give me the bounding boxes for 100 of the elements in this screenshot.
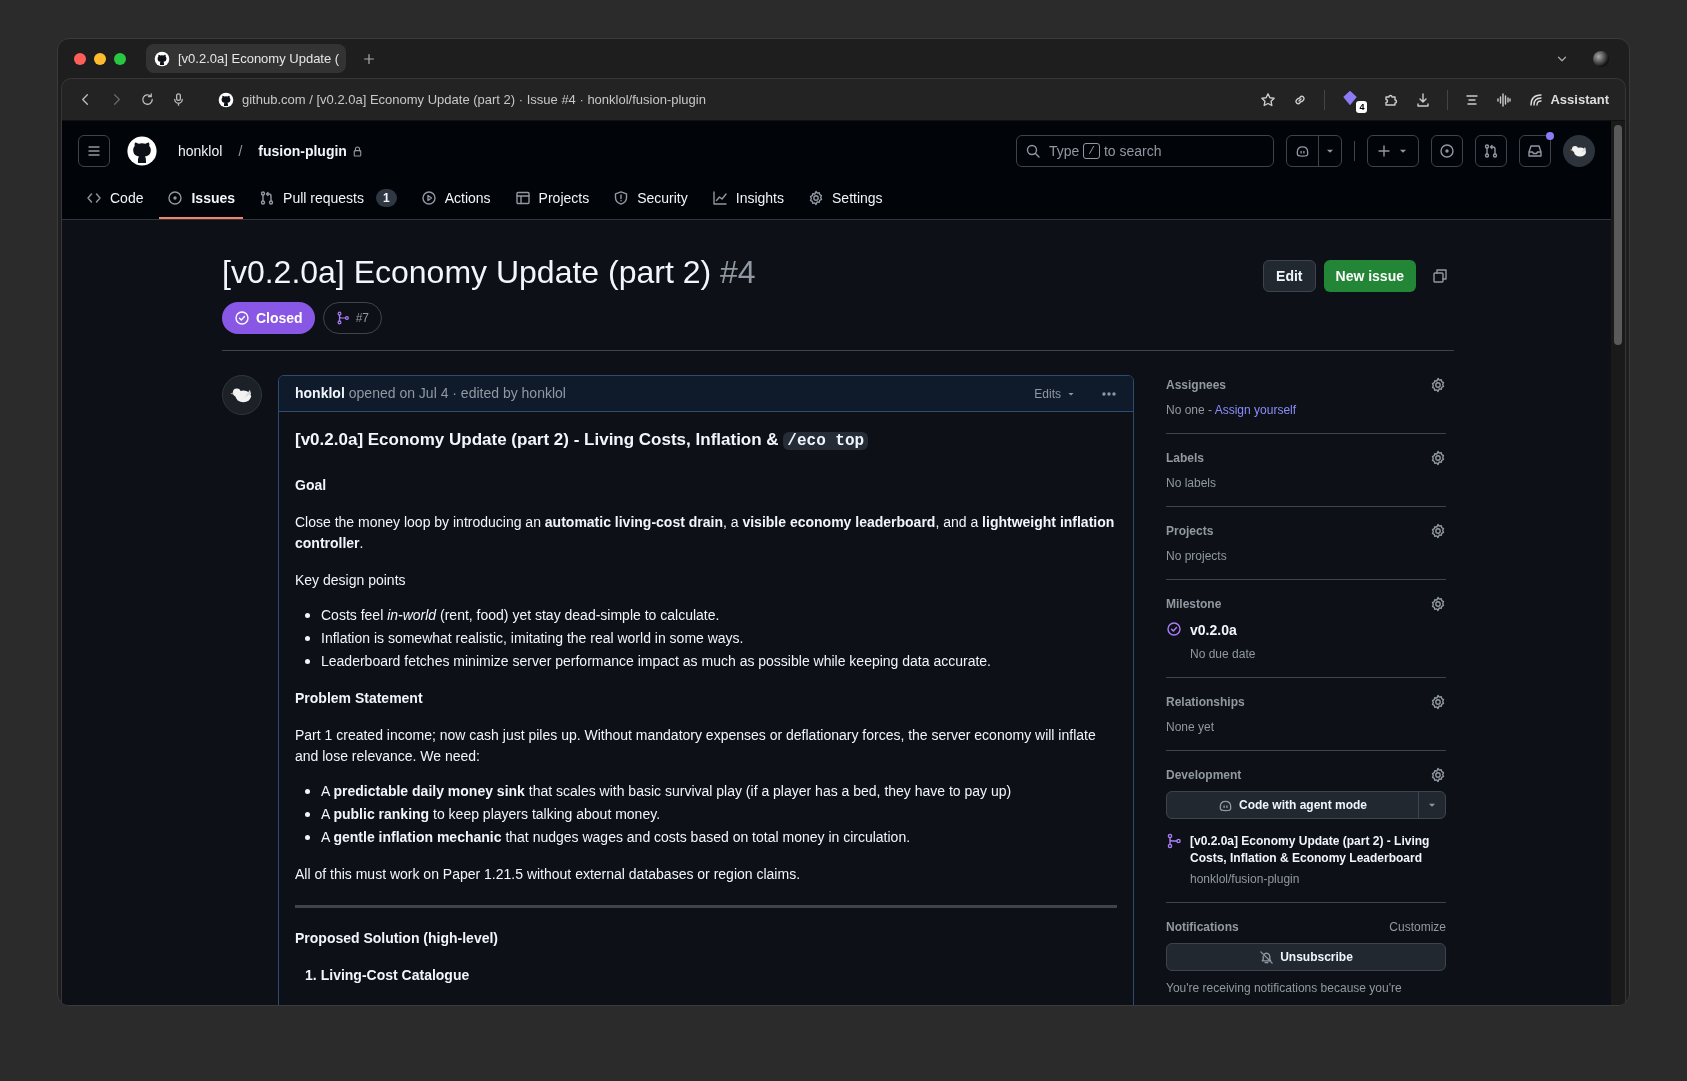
branch-icon	[335, 311, 350, 325]
bell-slash-icon	[1259, 949, 1275, 965]
copy-icon[interactable]	[1432, 268, 1448, 284]
shield-icon	[613, 190, 630, 206]
search-icon	[1025, 143, 1041, 159]
breadcrumb-separator: /	[238, 141, 243, 161]
unsubscribe-button[interactable]: Unsubscribe	[1166, 943, 1446, 971]
list-number: 1.	[305, 966, 317, 985]
play-icon	[420, 190, 437, 206]
microphone-icon[interactable]	[171, 92, 186, 107]
bullet-icon	[305, 636, 310, 641]
sidebar-value: None yet	[1166, 719, 1216, 736]
bullet-icon	[305, 789, 310, 794]
gear-icon[interactable]	[1430, 523, 1446, 539]
repo-link[interactable]: fusion-plugin	[258, 140, 347, 162]
repo-tab[interactable]: Pull requests 1	[251, 179, 405, 219]
list-item: A gentle inflation mechanic that nudges wages and costs based on total money in circulation.	[321, 828, 911, 847]
scrollbar-thumb[interactable]	[1614, 125, 1622, 345]
agent-mode-button[interactable]: Code with agent mode	[1166, 791, 1446, 819]
repo-tab[interactable]: Insights	[703, 179, 792, 219]
section-heading: Problem Statement	[295, 689, 424, 708]
download-icon[interactable]	[1415, 91, 1432, 108]
assistant-button[interactable]: Assistant	[1528, 89, 1609, 110]
status-badge: Closed	[222, 302, 315, 334]
menu-button[interactable]	[78, 135, 110, 167]
github-logo-icon	[154, 50, 170, 67]
edit-button[interactable]: Edit	[1263, 260, 1316, 292]
extension-button[interactable]: 4	[1341, 86, 1368, 113]
branch-icon	[1166, 833, 1182, 849]
issues-button[interactable]	[1431, 135, 1463, 167]
browser-tab[interactable]: [v0.2.0a] Economy Update (	[146, 44, 346, 73]
sidebar-heading: Assignees	[1166, 377, 1227, 394]
paragraph: Close the money loop by introducing an automatic living-cost drain, a visible economy leaderboard, and a lightweight inflation controller.	[295, 513, 1116, 553]
address-field[interactable]: github.com / [v0.2.0a] Economy Update (part 2) · Issue #4 · honklol/fusion-plugin	[218, 89, 1245, 110]
bird-icon	[230, 388, 252, 403]
code-icon	[86, 190, 102, 206]
sidebar-heading: Relationships	[1166, 694, 1245, 711]
search-field[interactable]: Type / to search	[1016, 135, 1274, 167]
table-icon	[514, 190, 531, 206]
sidebar-heading: Notifications	[1166, 919, 1239, 936]
waveform-icon[interactable]	[1496, 91, 1513, 108]
repo-tab[interactable]: Projects	[506, 179, 598, 219]
bullet-icon	[305, 835, 310, 840]
gear-icon[interactable]	[1430, 694, 1446, 710]
counter-badge: 1	[376, 189, 397, 207]
copilot-button[interactable]	[1286, 135, 1342, 167]
bullet-icon	[305, 659, 310, 664]
issue-icon	[167, 190, 184, 206]
repo-tab[interactable]: Actions	[412, 179, 499, 219]
star-icon[interactable]	[1260, 91, 1277, 108]
github-logo-icon[interactable]	[126, 135, 158, 167]
sidebar-value: No labels	[1166, 475, 1218, 492]
pull-request-icon	[1483, 143, 1499, 159]
author-link[interactable]: honklol	[295, 383, 345, 404]
gear-icon[interactable]	[1430, 767, 1446, 783]
create-button[interactable]	[1367, 135, 1419, 167]
customize-link[interactable]: Customize	[1389, 918, 1446, 936]
section-heading: Goal	[295, 476, 328, 495]
edits-dropdown[interactable]: Edits	[1034, 384, 1077, 403]
inbox-button[interactable]	[1519, 135, 1551, 167]
list-item: Inflation is somewhat realistic, imitating the real world in some ways.	[321, 629, 744, 648]
new-issue-button[interactable]: New issue	[1323, 260, 1416, 292]
list-item: Costs feel in-world (rent, food) yet stay dead-simple to calculate.	[321, 606, 720, 625]
issue-icon	[1439, 143, 1455, 159]
bullet-icon	[305, 812, 310, 817]
list-item: Living-Cost Catalogue	[320, 966, 470, 985]
linked-branch-link[interactable]: [v0.2.0a] Economy Update (part 2) - Living Costs, Inflation & Economy Leaderboard	[1190, 833, 1446, 867]
gear-icon	[808, 190, 824, 206]
new-tab-icon[interactable]	[362, 51, 376, 66]
milestone-due-date: No due date	[1190, 646, 1256, 663]
paragraph: All of this must work on Paper 1.21.5 without external databases or region claims.	[295, 865, 802, 884]
gear-icon[interactable]	[1430, 450, 1446, 466]
owner-link[interactable]: honklol	[178, 140, 223, 162]
avatar-button[interactable]	[1563, 135, 1595, 167]
list-item: A public ranking to keep players talking about money.	[321, 805, 661, 824]
gear-icon[interactable]	[1430, 377, 1446, 393]
sidebar-heading: Development	[1166, 767, 1242, 784]
keyboard-shortcut-key: /	[1083, 143, 1100, 159]
copilot-icon	[1295, 143, 1310, 159]
profile-orb-icon[interactable]	[1593, 50, 1609, 67]
issue-title: [v0.2.0a] Economy Update (part 2) #4	[222, 253, 757, 292]
milestone-link[interactable]: v0.2.0a	[1190, 620, 1256, 641]
paragraph: Key design points	[295, 571, 407, 590]
comment-title: [v0.2.0a] Economy Update (part 2) - Living Costs, Inflation & /eco top	[295, 428, 1117, 453]
sidebar-value: No one - Assign yourself	[1166, 402, 1298, 419]
assign-yourself-link[interactable]: Assign yourself	[1214, 403, 1297, 417]
sidebar-heading: Projects	[1166, 523, 1214, 540]
repo-tab[interactable]: Issues	[159, 179, 244, 219]
paragraph: Part 1 created income; now cash just piles up. Without mandatory expenses or deflationary forces, the server economy will inflate and lose relevance. We need:	[295, 726, 1097, 766]
gear-icon[interactable]	[1430, 596, 1446, 612]
rainbow-icon	[1528, 91, 1545, 108]
check-circle-icon	[234, 310, 250, 326]
pull-requests-button[interactable]	[1475, 135, 1507, 167]
repo-tab[interactable]: Code	[78, 179, 152, 219]
sidebar-heading: Labels	[1166, 450, 1204, 467]
repo-tab[interactable]: Settings	[800, 179, 891, 219]
inbox-icon	[1527, 143, 1543, 159]
list-item: A predictable daily money sink that scales with basic survival play (if a player has a bed, they have to pay up)	[321, 782, 1012, 801]
reload-icon[interactable]	[140, 92, 155, 107]
repo-tab[interactable]: Security	[605, 179, 696, 219]
